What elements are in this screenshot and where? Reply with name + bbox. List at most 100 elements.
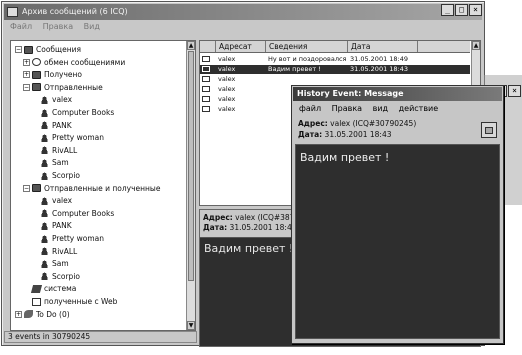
message-to: valex: [218, 95, 236, 103]
column-header-date[interactable]: Дата: [348, 41, 418, 52]
tree-item[interactable]: Sam: [31, 258, 69, 269]
maximize-button[interactable]: □: [455, 4, 468, 16]
tree-item[interactable]: система: [23, 283, 76, 294]
history-menu-file[interactable]: файл: [299, 104, 321, 113]
tree-item[interactable]: valex: [31, 94, 72, 105]
history-message-body: Вадим превет !: [295, 144, 500, 339]
messages-icon: [24, 45, 33, 54]
header-icon-col[interactable]: [200, 41, 216, 52]
tree-item-label: Отправленные и полученные: [44, 183, 161, 193]
tree-item[interactable]: полученные с Web: [23, 296, 117, 307]
preview-message-text: Вадим превет !: [204, 242, 294, 255]
minimize-button[interactable]: _: [441, 4, 454, 16]
scroll-up-icon[interactable]: ▲: [187, 41, 195, 50]
tree-item[interactable]: + To Do (0): [15, 309, 70, 320]
collapse-icon[interactable]: −: [23, 184, 30, 192]
folder-tree[interactable]: − Сообщения + обмен сообщениями + Получено − От…: [10, 40, 196, 331]
main-window-title: Архив сообщений (6 ICQ): [22, 7, 128, 16]
tree-item[interactable]: Pretty woman: [31, 132, 104, 143]
chat-icon: [32, 58, 41, 67]
tree-item-label: Computer Books: [52, 108, 115, 117]
tree-item[interactable]: + Получено: [23, 69, 82, 80]
scroll-down-icon[interactable]: ▼: [187, 321, 195, 330]
message-to: valex: [218, 55, 236, 63]
tree-item[interactable]: PANK: [31, 120, 72, 131]
main-titlebar[interactable]: Архив сообщений (6 ICQ): [4, 4, 482, 20]
tree-item[interactable]: Scorpio: [31, 271, 80, 282]
tree-item[interactable]: Pretty woman: [31, 233, 104, 244]
close-button[interactable]: ×: [469, 4, 482, 16]
tree-item[interactable]: Scorpio: [31, 170, 80, 181]
expand-icon[interactable]: +: [23, 71, 30, 79]
message-to: valex: [218, 105, 236, 113]
tree-item[interactable]: PANK: [31, 220, 72, 231]
preview-date-label: Дата:: [203, 223, 228, 232]
tree-item-label: система: [44, 284, 77, 294]
tree-item[interactable]: RivALL: [31, 246, 77, 257]
collapse-icon[interactable]: −: [15, 46, 22, 53]
tree-scroll-thumb[interactable]: [188, 51, 194, 281]
tree-item[interactable]: valex: [31, 195, 72, 206]
column-header-to[interactable]: Адресат: [216, 41, 266, 52]
tree-item[interactable]: Sam: [31, 157, 69, 168]
message-to: valex: [218, 65, 236, 73]
envelope-icon: [202, 66, 210, 72]
preview-address-label: Адрес:: [203, 213, 233, 222]
envelope-icon: [202, 106, 210, 112]
message-row[interactable]: valex: [200, 75, 470, 84]
history-menu-action[interactable]: действие: [399, 104, 439, 113]
message-date: [348, 75, 418, 84]
contact-icon: [40, 234, 49, 243]
envelope-icon: [202, 86, 210, 92]
tree-item-label: Отправленные: [44, 82, 103, 92]
contact-icon: [40, 146, 49, 155]
contact-icon: [40, 108, 49, 117]
expand-icon[interactable]: +: [15, 310, 22, 318]
tree-item[interactable]: − Отправленные: [23, 82, 103, 93]
collapse-icon[interactable]: −: [23, 83, 30, 91]
menu-edit[interactable]: Правка: [43, 22, 73, 31]
message-info: [266, 75, 348, 84]
message-date: 31.05.2001 18:43: [350, 65, 409, 73]
tree-item[interactable]: − Отправленные и полученные: [23, 183, 160, 194]
contact-icon: [40, 121, 49, 130]
history-menu-edit[interactable]: Правка: [332, 104, 362, 113]
menu-view[interactable]: Вид: [84, 22, 100, 31]
contact-icon: [40, 209, 49, 218]
tree-item[interactable]: Computer Books: [31, 208, 114, 219]
history-titlebar[interactable]: History Event: Message: [293, 87, 502, 101]
contact-icon: [40, 247, 49, 256]
user-info-button[interactable]: [481, 122, 497, 138]
main-menubar: Файл Правка Вид: [4, 20, 482, 34]
message-type-icon: [200, 95, 216, 104]
list-scroll-up-icon[interactable]: ▲: [472, 41, 480, 50]
tree-item-label: Получено: [44, 70, 82, 80]
sent-folder-icon: [32, 83, 41, 92]
tree-item[interactable]: Computer Books: [31, 107, 114, 118]
history-menu-view[interactable]: вид: [373, 104, 388, 113]
tree-item[interactable]: RivALL: [31, 145, 77, 156]
expand-icon[interactable]: +: [23, 58, 30, 66]
status-bar: 3 events in 30790245: [4, 331, 197, 343]
envelope-icon: [202, 96, 210, 102]
message-row[interactable]: valex Вадим превет ! 31.05.2001 18:43: [200, 65, 470, 74]
tree-item[interactable]: − Сообщения: [15, 44, 81, 55]
tree-item[interactable]: + обмен сообщениями: [23, 57, 125, 68]
received-folder-icon: [32, 70, 41, 79]
tree-item-label: Sam: [52, 158, 69, 168]
history-window-title: History Event: Message: [297, 89, 404, 98]
column-header-info[interactable]: Сведения: [266, 41, 348, 52]
tree-item-label: PANK: [52, 120, 72, 130]
history-event-window: History Event: Message файл Правка вид д…: [291, 85, 504, 344]
tree-item-label: Pretty woman: [52, 234, 105, 243]
contact-icon: [40, 158, 49, 167]
tree-item-label: Sam: [52, 259, 69, 269]
menu-file[interactable]: Файл: [10, 22, 32, 31]
message-type-icon: [200, 85, 216, 94]
history-address-value: valex (ICQ#30790245): [330, 119, 417, 128]
tree-item-label: Computer Books: [52, 208, 115, 218]
tree-scrollbar[interactable]: ▲ ▼: [186, 41, 195, 330]
message-row[interactable]: valex Ну вот и поздоровался 31.05.2001 18:…: [200, 55, 470, 64]
bg-close-button[interactable]: ×: [508, 85, 521, 97]
history-date-label: Дата:: [298, 130, 323, 139]
